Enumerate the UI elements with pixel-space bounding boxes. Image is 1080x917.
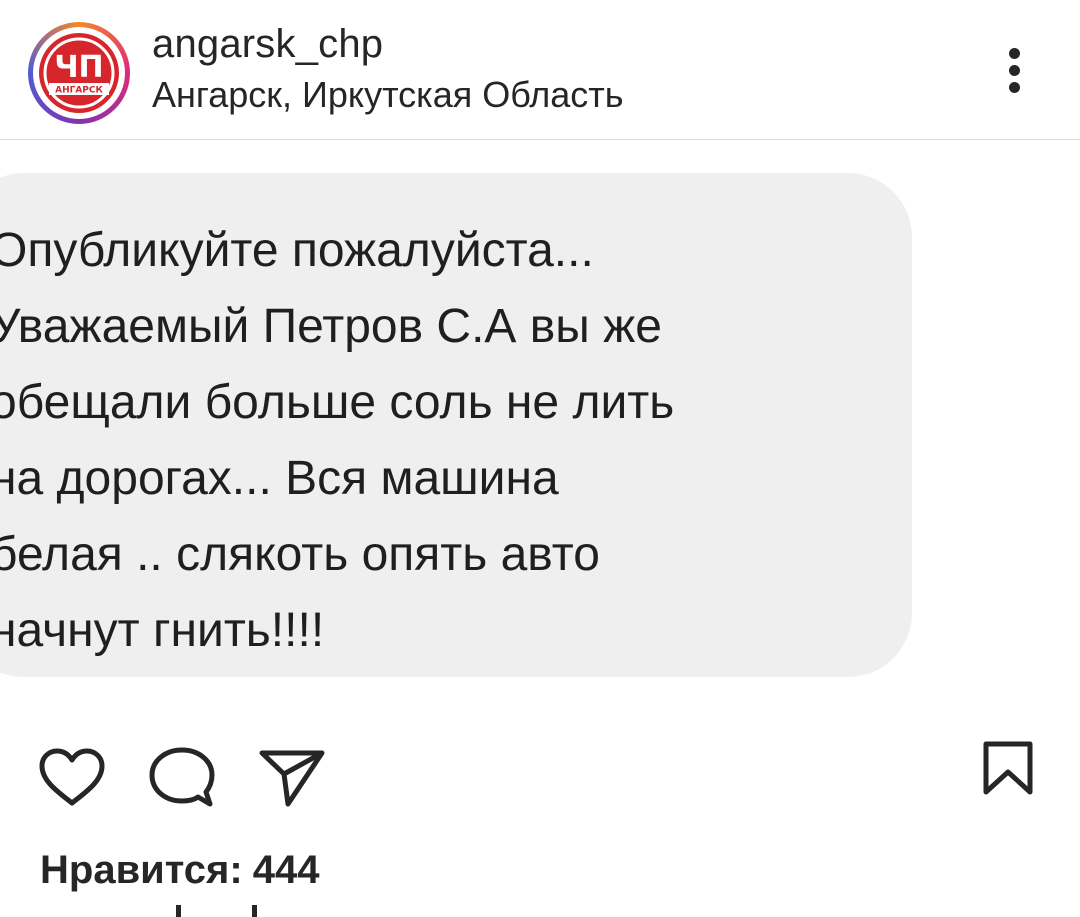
comment-line: начнут гнить!!!! xyxy=(0,604,325,657)
instagram-post: ЧП АНГАРСК angarsk_chp Ангарск, Иркутска… xyxy=(0,0,1080,917)
location-link[interactable]: Ангарск, Иркутская Область xyxy=(152,74,624,116)
post-header: ЧП АНГАРСК angarsk_chp Ангарск, Иркутска… xyxy=(0,0,1080,140)
comment-bubble: Опубликуйте пожалуйста... Уважаемый Петр… xyxy=(0,173,912,677)
share-icon[interactable] xyxy=(258,748,326,808)
comment-line: Уважаемый Петров С.А вы же xyxy=(0,300,662,353)
avatar-logo-subtext: АНГАРСК xyxy=(55,86,103,96)
comment-line: Опубликуйте пожалуйста... xyxy=(0,224,594,277)
avatar[interactable]: ЧП АНГАРСК xyxy=(28,22,130,124)
bookmark-icon[interactable] xyxy=(980,740,1036,796)
more-options-icon[interactable] xyxy=(990,40,1040,100)
avatar-image: ЧП АНГАРСК xyxy=(33,27,125,119)
likes-counter[interactable]: Нравится: 444 xyxy=(40,848,319,893)
chp-logo: ЧП АНГАРСК xyxy=(39,33,119,113)
likes-count: 444 xyxy=(252,848,320,892)
comment-line: обещали больше соль не лить xyxy=(0,376,675,429)
heart-icon[interactable] xyxy=(38,748,106,808)
likes-label: Нравится: xyxy=(40,848,243,892)
comment-icon[interactable] xyxy=(148,746,216,808)
comment-line: на дорогах... Вся машина xyxy=(0,452,559,505)
comment-line: белая .. слякоть опять авто xyxy=(0,528,600,581)
username-link[interactable]: angarsk_chp xyxy=(152,22,383,67)
post-image[interactable]: Опубликуйте пожалуйста... Уважаемый Петр… xyxy=(0,141,1080,711)
avatar-logo-text: ЧП xyxy=(54,50,103,85)
truncated-caption-line xyxy=(160,905,280,917)
